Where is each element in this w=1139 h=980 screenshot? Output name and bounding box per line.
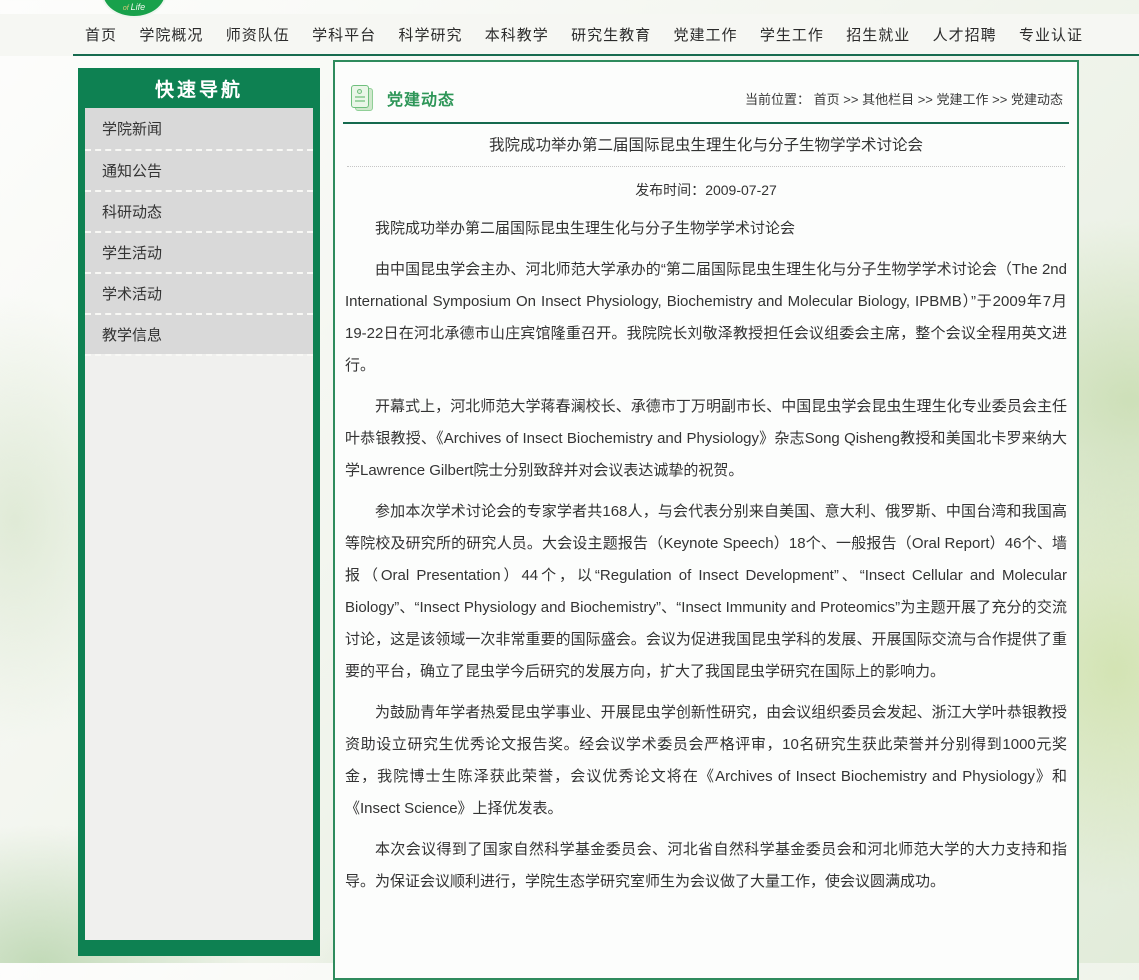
quick-nav-sidebar: 快速导航 学院新闻 通知公告 科研动态 学生活动 学术活动 教学信息 xyxy=(78,68,320,956)
article-paragraph: 由中国昆虫学会主办、河北师范大学承办的“第二届国际昆虫生理生化与分子生物学学术讨… xyxy=(345,254,1067,382)
sidebar-item-academic-activities[interactable]: 学术活动 xyxy=(85,272,313,313)
document-icon xyxy=(351,85,373,111)
sidebar-item-research-news[interactable]: 科研动态 xyxy=(85,190,313,231)
sidebar-title: 快速导航 xyxy=(78,68,320,108)
publish-date-line: 发布时间：2009-07-27 xyxy=(335,180,1077,200)
breadcrumb-sep: >> xyxy=(992,92,1007,107)
breadcrumb-sep: >> xyxy=(843,92,858,107)
sidebar-item-teaching-info[interactable]: 教学信息 xyxy=(85,313,313,354)
breadcrumb-other-columns[interactable]: 其他栏目 xyxy=(862,92,914,107)
article-paragraph: 为鼓励青年学者热爱昆虫学事业、开展昆虫学创新性研究，由会议组织委员会发起、浙江大… xyxy=(345,697,1067,825)
nav-item-research[interactable]: 科学研究 xyxy=(398,24,462,45)
top-nav: 首页 学院概况 师资队伍 学科平台 科学研究 本科教学 研究生教育 党建工作 学… xyxy=(0,14,1139,56)
sidebar-filler xyxy=(85,354,313,940)
nav-item-student[interactable]: 学生工作 xyxy=(760,24,824,45)
sidebar-menu: 学院新闻 通知公告 科研动态 学生活动 学术活动 教学信息 xyxy=(85,108,313,940)
sidebar-item-student-activities[interactable]: 学生活动 xyxy=(85,231,313,272)
breadcrumb-label: 当前位置： xyxy=(745,92,810,107)
main-panel: 党建动态 当前位置： 首页 >> 其他栏目 >> 党建工作 >> 党建动态 我院… xyxy=(333,60,1079,980)
title-divider xyxy=(347,166,1065,167)
sidebar-item-notices[interactable]: 通知公告 xyxy=(85,149,313,190)
breadcrumb-sep: >> xyxy=(918,92,933,107)
nav-item-undergrad[interactable]: 本科教学 xyxy=(485,24,549,45)
nav-item-home[interactable]: 首页 xyxy=(85,24,117,45)
top-nav-inner: 首页 学院概况 师资队伍 学科平台 科学研究 本科教学 研究生教育 党建工作 学… xyxy=(73,14,1139,56)
article-paragraph: 我院成功举办第二届国际昆虫生理生化与分子生物学学术讨论会 xyxy=(345,213,1067,245)
publish-date-label: 发布时间： xyxy=(635,182,705,198)
nav-item-party[interactable]: 党建工作 xyxy=(674,24,738,45)
breadcrumb-party-work[interactable]: 党建工作 xyxy=(937,92,989,107)
breadcrumb-home[interactable]: 首页 xyxy=(814,92,840,107)
panel-header: 党建动态 当前位置： 首页 >> 其他栏目 >> 党建工作 >> 党建动态 xyxy=(351,84,1063,112)
nav-item-admission[interactable]: 招生就业 xyxy=(846,24,910,45)
nav-item-overview[interactable]: 学院概况 xyxy=(139,24,203,45)
breadcrumb-party-news[interactable]: 党建动态 xyxy=(1011,92,1063,107)
nav-item-platform[interactable]: 学科平台 xyxy=(312,24,376,45)
nav-item-accreditation[interactable]: 专业认证 xyxy=(1019,24,1083,45)
publish-date-value: 2009-07-27 xyxy=(705,182,777,198)
article-paragraph: 开幕式上，河北师范大学蒋春澜校长、承德市丁万明副市长、中国昆虫学会昆虫生理生化专… xyxy=(345,391,1067,487)
sidebar-item-college-news[interactable]: 学院新闻 xyxy=(85,108,313,149)
college-logo-text: ofLife xyxy=(103,3,165,13)
nav-item-faculty[interactable]: 师资队伍 xyxy=(226,24,290,45)
nav-item-recruit[interactable]: 人才招聘 xyxy=(933,24,997,45)
section-title[interactable]: 党建动态 xyxy=(387,86,455,110)
header-divider xyxy=(343,122,1069,124)
article-paragraph: 本次会议得到了国家自然科学基金委员会、河北省自然科学基金委员会和河北师范大学的大… xyxy=(345,834,1067,898)
nav-item-graduate[interactable]: 研究生教育 xyxy=(571,24,651,45)
breadcrumb: 当前位置： 首页 >> 其他栏目 >> 党建工作 >> 党建动态 xyxy=(745,89,1063,108)
article-title: 我院成功举办第二届国际昆虫生理生化与分子生物学学术讨论会 xyxy=(355,135,1057,157)
article-paragraph: 参加本次学术讨论会的专家学者共168人，与会代表分别来自美国、意大利、俄罗斯、中… xyxy=(345,496,1067,688)
article-body: 我院成功举办第二届国际昆虫生理生化与分子生物学学术讨论会 由中国昆虫学会主办、河… xyxy=(345,213,1067,898)
